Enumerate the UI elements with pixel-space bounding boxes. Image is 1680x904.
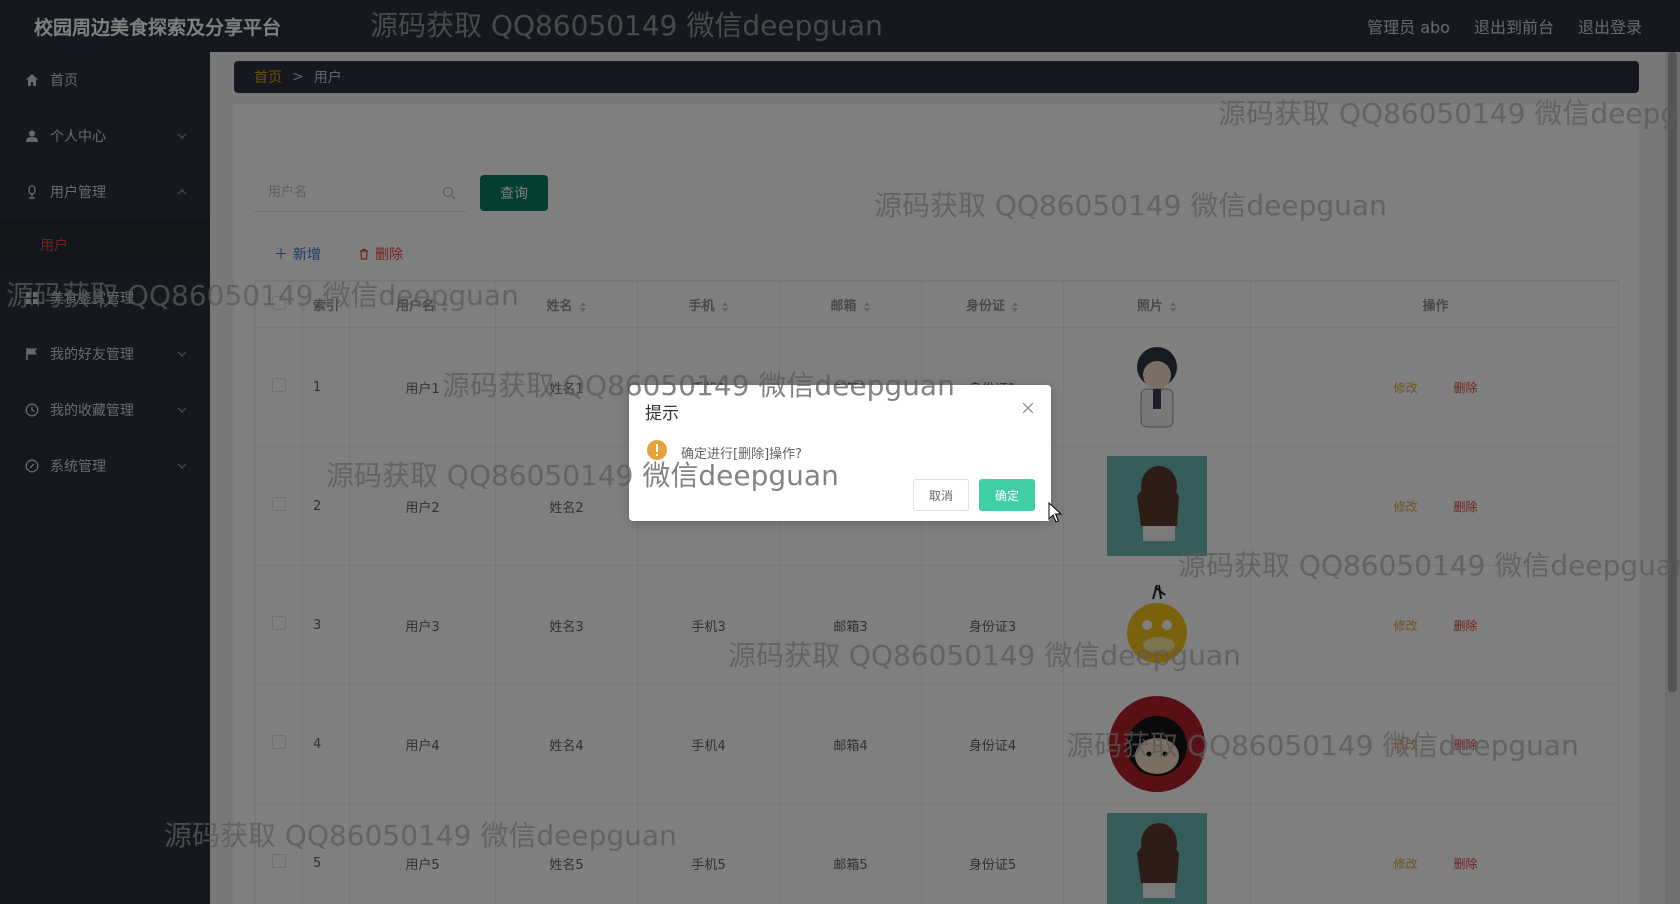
cancel-button[interactable]: 取消 — [913, 479, 969, 511]
mouse-cursor-icon — [1048, 502, 1063, 523]
confirm-dialog: 提示 确定进行[删除]操作? 取消 确定 — [629, 385, 1051, 521]
confirm-button[interactable]: 确定 — [979, 479, 1035, 511]
warning-icon — [647, 440, 667, 460]
close-icon[interactable] — [1021, 401, 1035, 415]
dialog-title: 提示 — [645, 404, 679, 424]
dialog-message: 确定进行[删除]操作? — [681, 447, 803, 462]
